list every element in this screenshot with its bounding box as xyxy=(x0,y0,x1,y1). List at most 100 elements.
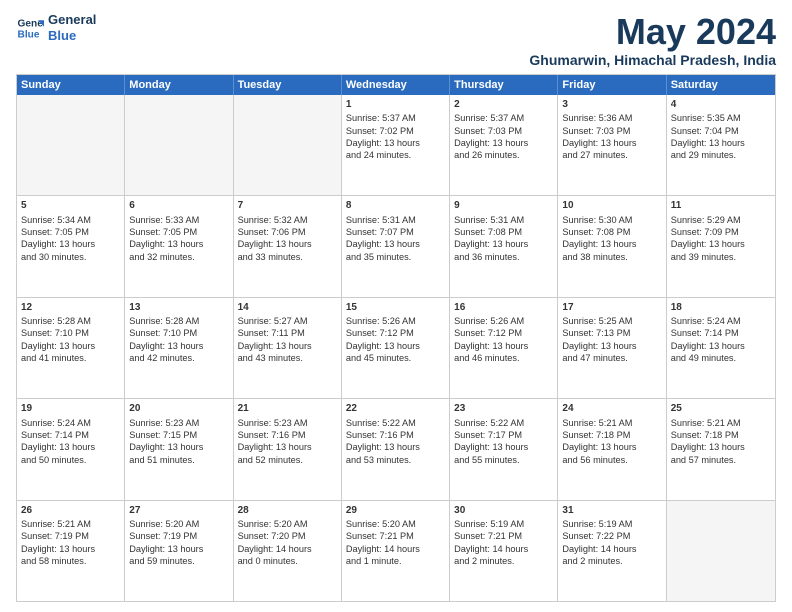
calendar-cell: 5Sunrise: 5:34 AMSunset: 7:05 PMDaylight… xyxy=(17,196,125,296)
logo-icon: General Blue xyxy=(16,14,44,42)
calendar-cell: 19Sunrise: 5:24 AMSunset: 7:14 PMDayligh… xyxy=(17,399,125,499)
day-info: Sunset: 7:04 PM xyxy=(671,125,771,137)
day-number: 3 xyxy=(562,98,661,112)
day-number: 14 xyxy=(238,301,337,315)
calendar-cell: 13Sunrise: 5:28 AMSunset: 7:10 PMDayligh… xyxy=(125,298,233,398)
calendar-cell: 25Sunrise: 5:21 AMSunset: 7:18 PMDayligh… xyxy=(667,399,775,499)
day-info: Daylight: 13 hours xyxy=(238,238,337,250)
day-info: and 24 minutes. xyxy=(346,149,445,161)
day-info: and 39 minutes. xyxy=(671,251,771,263)
day-info: Sunrise: 5:28 AM xyxy=(129,315,228,327)
calendar-cell: 2Sunrise: 5:37 AMSunset: 7:03 PMDaylight… xyxy=(450,95,558,195)
day-info: Sunset: 7:18 PM xyxy=(562,429,661,441)
calendar-header: SundayMondayTuesdayWednesdayThursdayFrid… xyxy=(17,75,775,95)
calendar-cell: 4Sunrise: 5:35 AMSunset: 7:04 PMDaylight… xyxy=(667,95,775,195)
header: General Blue General Blue May 2024 Ghuma… xyxy=(16,12,776,68)
page: General Blue General Blue May 2024 Ghuma… xyxy=(0,0,792,612)
day-info: Sunrise: 5:31 AM xyxy=(346,214,445,226)
day-info: Sunset: 7:21 PM xyxy=(346,530,445,542)
day-info: and 47 minutes. xyxy=(562,352,661,364)
calendar-cell xyxy=(17,95,125,195)
day-info: Sunrise: 5:28 AM xyxy=(21,315,120,327)
calendar-cell: 9Sunrise: 5:31 AMSunset: 7:08 PMDaylight… xyxy=(450,196,558,296)
day-number: 9 xyxy=(454,199,553,213)
calendar-cell: 17Sunrise: 5:25 AMSunset: 7:13 PMDayligh… xyxy=(558,298,666,398)
day-info: Sunset: 7:19 PM xyxy=(21,530,120,542)
day-info: Sunrise: 5:26 AM xyxy=(454,315,553,327)
day-number: 7 xyxy=(238,199,337,213)
day-info: Sunrise: 5:23 AM xyxy=(129,417,228,429)
day-info: Sunset: 7:09 PM xyxy=(671,226,771,238)
day-info: Sunset: 7:10 PM xyxy=(21,327,120,339)
day-info: and 2 minutes. xyxy=(562,555,661,567)
day-info: and 1 minute. xyxy=(346,555,445,567)
day-info: and 29 minutes. xyxy=(671,149,771,161)
day-info: Daylight: 13 hours xyxy=(454,441,553,453)
day-number: 26 xyxy=(21,504,120,518)
day-info: and 55 minutes. xyxy=(454,454,553,466)
day-info: Daylight: 13 hours xyxy=(454,137,553,149)
day-info: Sunset: 7:12 PM xyxy=(454,327,553,339)
day-number: 21 xyxy=(238,402,337,416)
calendar-cell: 1Sunrise: 5:37 AMSunset: 7:02 PMDaylight… xyxy=(342,95,450,195)
day-info: and 45 minutes. xyxy=(346,352,445,364)
day-info: Daylight: 13 hours xyxy=(671,137,771,149)
day-info: Sunrise: 5:20 AM xyxy=(346,518,445,530)
calendar-cell: 11Sunrise: 5:29 AMSunset: 7:09 PMDayligh… xyxy=(667,196,775,296)
day-info: Sunset: 7:11 PM xyxy=(238,327,337,339)
weekday-header: Saturday xyxy=(667,75,775,95)
day-info: Sunrise: 5:24 AM xyxy=(671,315,771,327)
day-info: Sunrise: 5:29 AM xyxy=(671,214,771,226)
day-info: Sunset: 7:18 PM xyxy=(671,429,771,441)
day-info: and 33 minutes. xyxy=(238,251,337,263)
day-number: 2 xyxy=(454,98,553,112)
day-info: Sunrise: 5:27 AM xyxy=(238,315,337,327)
day-info: Sunset: 7:14 PM xyxy=(21,429,120,441)
calendar-cell: 15Sunrise: 5:26 AMSunset: 7:12 PMDayligh… xyxy=(342,298,450,398)
day-info: Daylight: 13 hours xyxy=(346,441,445,453)
day-info: Sunrise: 5:36 AM xyxy=(562,112,661,124)
day-info: and 41 minutes. xyxy=(21,352,120,364)
day-info: Daylight: 13 hours xyxy=(671,441,771,453)
day-info: and 42 minutes. xyxy=(129,352,228,364)
day-info: Sunset: 7:07 PM xyxy=(346,226,445,238)
day-info: Daylight: 13 hours xyxy=(454,340,553,352)
day-info: Sunset: 7:16 PM xyxy=(238,429,337,441)
weekday-header: Sunday xyxy=(17,75,125,95)
calendar-cell: 29Sunrise: 5:20 AMSunset: 7:21 PMDayligh… xyxy=(342,501,450,601)
day-info: Daylight: 13 hours xyxy=(21,441,120,453)
day-info: Daylight: 13 hours xyxy=(562,441,661,453)
weekday-header: Friday xyxy=(558,75,666,95)
day-number: 15 xyxy=(346,301,445,315)
day-number: 4 xyxy=(671,98,771,112)
day-info: Daylight: 14 hours xyxy=(454,543,553,555)
day-info: and 49 minutes. xyxy=(671,352,771,364)
day-info: and 51 minutes. xyxy=(129,454,228,466)
calendar: SundayMondayTuesdayWednesdayThursdayFrid… xyxy=(16,74,776,602)
day-info: and 27 minutes. xyxy=(562,149,661,161)
day-info: Sunset: 7:15 PM xyxy=(129,429,228,441)
calendar-cell: 20Sunrise: 5:23 AMSunset: 7:15 PMDayligh… xyxy=(125,399,233,499)
day-info: Sunrise: 5:24 AM xyxy=(21,417,120,429)
day-info: Sunrise: 5:19 AM xyxy=(454,518,553,530)
calendar-cell: 14Sunrise: 5:27 AMSunset: 7:11 PMDayligh… xyxy=(234,298,342,398)
day-info: and 50 minutes. xyxy=(21,454,120,466)
day-info: Daylight: 14 hours xyxy=(346,543,445,555)
day-info: Sunrise: 5:37 AM xyxy=(346,112,445,124)
day-info: and 57 minutes. xyxy=(671,454,771,466)
day-info: and 35 minutes. xyxy=(346,251,445,263)
day-info: Sunrise: 5:21 AM xyxy=(671,417,771,429)
calendar-cell: 30Sunrise: 5:19 AMSunset: 7:21 PMDayligh… xyxy=(450,501,558,601)
calendar-cell xyxy=(125,95,233,195)
day-info: Daylight: 13 hours xyxy=(562,238,661,250)
day-info: Daylight: 14 hours xyxy=(562,543,661,555)
day-number: 16 xyxy=(454,301,553,315)
day-number: 18 xyxy=(671,301,771,315)
day-info: Daylight: 13 hours xyxy=(21,543,120,555)
day-info: Sunrise: 5:37 AM xyxy=(454,112,553,124)
day-number: 29 xyxy=(346,504,445,518)
calendar-cell: 31Sunrise: 5:19 AMSunset: 7:22 PMDayligh… xyxy=(558,501,666,601)
calendar-cell: 28Sunrise: 5:20 AMSunset: 7:20 PMDayligh… xyxy=(234,501,342,601)
day-info: Daylight: 13 hours xyxy=(562,137,661,149)
day-info: and 2 minutes. xyxy=(454,555,553,567)
